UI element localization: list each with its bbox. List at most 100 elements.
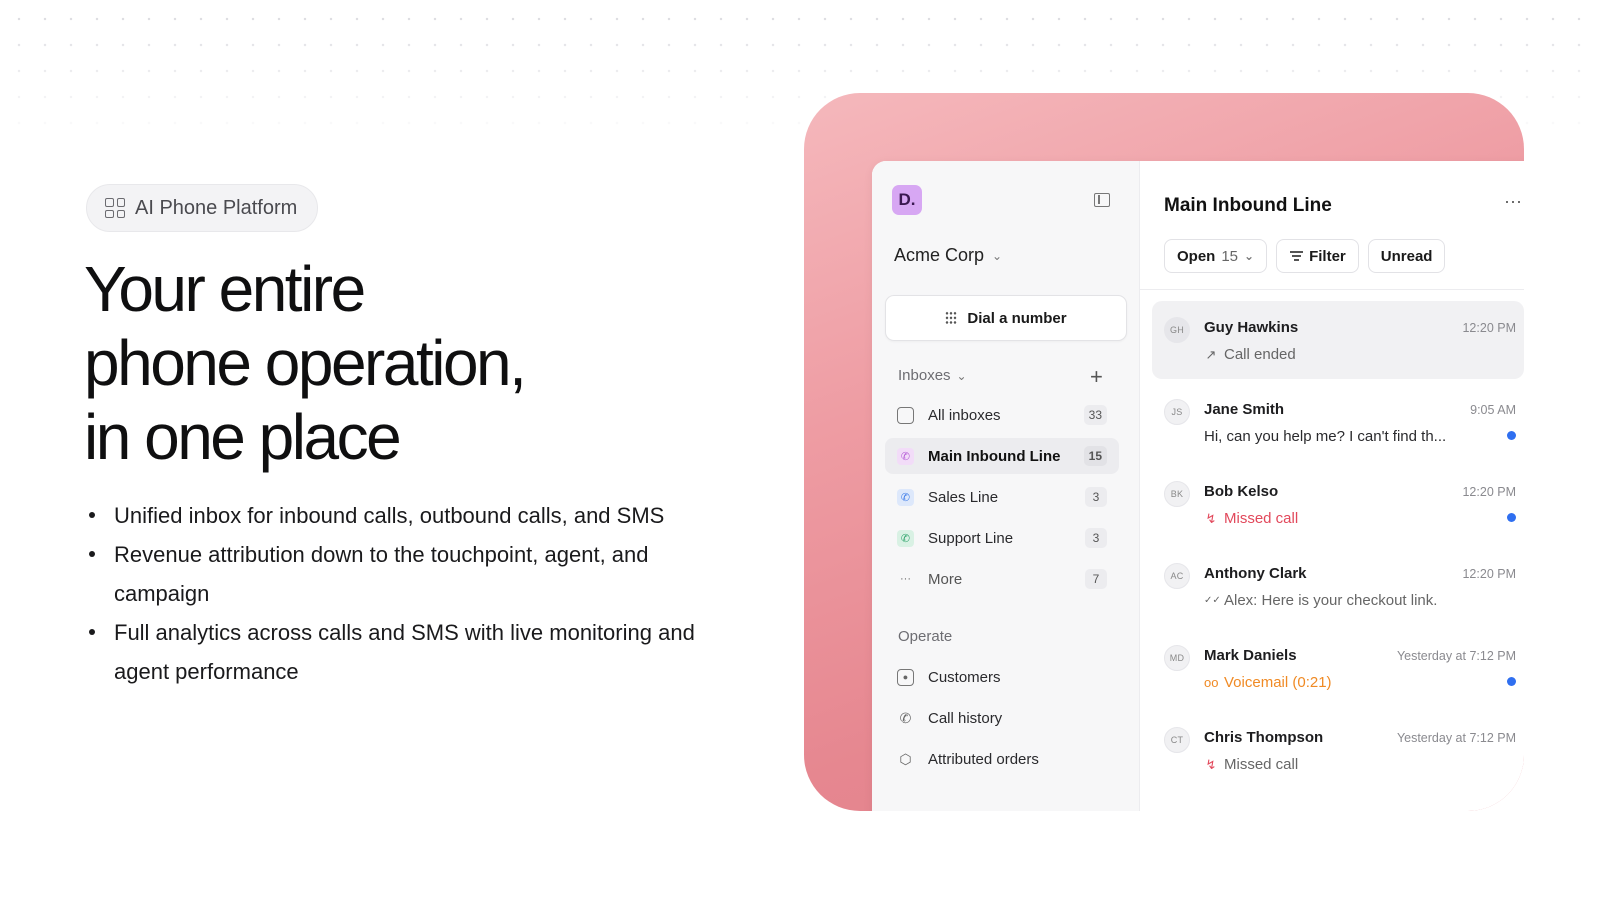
chevron-down-icon: ⌄ bbox=[956, 368, 967, 383]
avatar: BK bbox=[1164, 481, 1190, 507]
inbox-title: Main Inbound Line bbox=[1164, 195, 1332, 216]
phone-icon: ✆ bbox=[897, 529, 914, 547]
sidebar-item-customers[interactable]: ● Customers bbox=[885, 659, 1119, 695]
avatar: CT bbox=[1164, 727, 1190, 753]
status-label: Open bbox=[1177, 247, 1216, 265]
conversation-item[interactable]: BK Bob Kelso 12:20 PM ↯ Missed call bbox=[1152, 465, 1524, 543]
phone-icon: ✆ bbox=[897, 447, 914, 465]
conversation-preview: oo Voicemail (0:21) bbox=[1204, 674, 1332, 691]
preview-text: Missed call bbox=[1224, 510, 1299, 527]
chevron-down-icon: ⌄ bbox=[1244, 249, 1255, 263]
contact-name: Bob Kelso bbox=[1204, 483, 1279, 500]
grid-icon bbox=[105, 198, 125, 218]
filter-icon bbox=[1289, 251, 1303, 261]
app-window: D. Acme Corp ⌄ Dial a number Inboxes ⌄ + bbox=[872, 161, 1524, 811]
sidebar-collapse-icon[interactable] bbox=[1094, 193, 1110, 207]
timestamp: Yesterday at 7:12 PM bbox=[1396, 731, 1516, 745]
contact-name: Chris Thompson bbox=[1204, 729, 1324, 746]
sidebar-item-label: Attributed orders bbox=[928, 750, 1039, 768]
chevron-down-icon: ⌄ bbox=[992, 248, 1003, 263]
avatar: GH bbox=[1164, 317, 1190, 343]
badge-label: AI Phone Platform bbox=[135, 196, 298, 219]
inboxes-section-toggle[interactable]: Inboxes ⌄ bbox=[898, 367, 967, 384]
keypad-icon bbox=[945, 311, 958, 325]
hero-headline: Your entire phone operation, in one plac… bbox=[84, 252, 724, 474]
count-badge: 3 bbox=[1085, 487, 1107, 507]
conversation-item[interactable]: JS Jane Smith 9:05 AM Hi, can you help m… bbox=[1152, 383, 1524, 461]
conversation-item[interactable]: CT Chris Thompson Yesterday at 7:12 PM ↯… bbox=[1152, 711, 1524, 789]
unread-indicator bbox=[1507, 677, 1516, 686]
sidebar-item-label: Main Inbound Line bbox=[928, 447, 1061, 465]
phone-icon: ✆ bbox=[897, 488, 914, 506]
preview-text: Call ended bbox=[1224, 346, 1296, 363]
inboxes-label: Inboxes bbox=[898, 367, 951, 384]
sidebar-item-label: Customers bbox=[928, 668, 1001, 686]
count-badge: 7 bbox=[1085, 569, 1107, 589]
operate-label: Operate bbox=[898, 628, 953, 645]
org-name: Acme Corp bbox=[894, 245, 985, 265]
count-badge: 33 bbox=[1083, 405, 1107, 425]
platform-badge: AI Phone Platform bbox=[86, 184, 319, 232]
contact-icon: ● bbox=[897, 668, 914, 686]
contact-name: Guy Hawkins bbox=[1204, 319, 1299, 336]
unread-filter-button[interactable]: Unread bbox=[1367, 239, 1446, 273]
timestamp: 12:20 PM bbox=[1462, 321, 1516, 335]
filter-button[interactable]: Filter bbox=[1276, 239, 1359, 273]
sidebar-item-call-history[interactable]: ✆ Call history bbox=[885, 700, 1119, 736]
conversation-item[interactable]: GH Guy Hawkins 12:20 PM ↗ Call ended bbox=[1152, 301, 1524, 379]
page: AI Phone Platform Your entire phone oper… bbox=[0, 0, 1600, 900]
sidebar-item-label: More bbox=[928, 570, 963, 588]
status-dropdown[interactable]: Open 15 ⌄ bbox=[1164, 239, 1268, 273]
contact-name: Jane Smith bbox=[1204, 401, 1285, 418]
preview-text: Hi, can you help me? I can't find th... bbox=[1204, 428, 1447, 445]
phone-history-icon: ✆ bbox=[899, 709, 912, 726]
app-logo[interactable]: D. bbox=[892, 185, 922, 215]
dial-number-button[interactable]: Dial a number bbox=[885, 295, 1127, 341]
conversation-preview: ✓✓ Alex: Here is your checkout link. bbox=[1204, 592, 1437, 609]
preview-text: Alex: Here is your checkout link. bbox=[1224, 592, 1438, 609]
more-icon: ··· bbox=[900, 573, 911, 585]
unread-indicator bbox=[1507, 513, 1516, 522]
timestamp: 9:05 AM bbox=[1470, 403, 1516, 417]
operate-section-label: Operate bbox=[898, 628, 952, 645]
double-check-icon: ✓✓ bbox=[1204, 595, 1221, 606]
conversation-item[interactable]: AC Anthony Clark 12:20 PM ✓✓ Alex: Here … bbox=[1152, 547, 1524, 625]
sidebar-item-attributed-orders[interactable]: ⬡ Attributed orders bbox=[885, 741, 1119, 777]
preview-text: Missed call bbox=[1224, 756, 1299, 773]
sidebar-item-support-line[interactable]: ✆ Support Line 3 bbox=[885, 520, 1119, 556]
inbox-icon bbox=[897, 406, 914, 424]
sidebar-item-main-inbound-line[interactable]: ✆ Main Inbound Line 15 bbox=[885, 438, 1119, 474]
avatar: JS bbox=[1164, 399, 1190, 425]
sidebar-item-more[interactable]: ··· More 7 bbox=[885, 561, 1119, 597]
more-options-icon[interactable]: ··· bbox=[1504, 191, 1522, 212]
timestamp: Yesterday at 7:12 PM bbox=[1396, 649, 1516, 663]
dial-label: Dial a number bbox=[967, 309, 1067, 327]
sidebar-item-label: Support Line bbox=[928, 529, 1014, 547]
package-icon: ⬡ bbox=[899, 750, 912, 767]
headline-line-3: in one place bbox=[84, 401, 402, 473]
conversation-preview: Hi, can you help me? I can't find th... bbox=[1204, 428, 1446, 445]
preview-text: Voicemail (0:21) bbox=[1224, 674, 1332, 691]
sidebar-item-label: Call history bbox=[928, 709, 1003, 727]
missed-call-icon: ↯ bbox=[1205, 510, 1217, 526]
feature-item: Unified inbox for inbound calls, outboun… bbox=[84, 496, 744, 535]
add-inbox-icon[interactable]: + bbox=[1090, 366, 1103, 388]
org-switcher[interactable]: Acme Corp ⌄ bbox=[894, 245, 1002, 266]
conversation-item[interactable]: MD Mark Daniels Yesterday at 7:12 PM oo … bbox=[1152, 629, 1524, 707]
status-count: 15 bbox=[1221, 247, 1239, 265]
feature-item: Revenue attribution down to the touchpoi… bbox=[84, 535, 744, 613]
conversation-preview: ↗ Call ended bbox=[1204, 346, 1296, 363]
count-badge: 15 bbox=[1083, 446, 1107, 466]
sidebar-item-all-inboxes[interactable]: All inboxes 33 bbox=[885, 397, 1119, 433]
filter-label: Filter bbox=[1309, 247, 1346, 265]
sidebar: D. Acme Corp ⌄ Dial a number Inboxes ⌄ + bbox=[872, 161, 1140, 811]
count-badge: 3 bbox=[1085, 528, 1107, 548]
unread-indicator bbox=[1507, 431, 1516, 440]
conversation-preview: ↯ Missed call bbox=[1204, 510, 1299, 527]
timestamp: 12:20 PM bbox=[1462, 567, 1516, 581]
voicemail-icon: oo bbox=[1204, 675, 1219, 690]
feature-list: Unified inbox for inbound calls, outboun… bbox=[84, 496, 744, 691]
missed-call-icon: ↯ bbox=[1205, 756, 1217, 772]
sidebar-item-sales-line[interactable]: ✆ Sales Line 3 bbox=[885, 479, 1119, 515]
outgoing-call-icon: ↗ bbox=[1205, 346, 1217, 362]
